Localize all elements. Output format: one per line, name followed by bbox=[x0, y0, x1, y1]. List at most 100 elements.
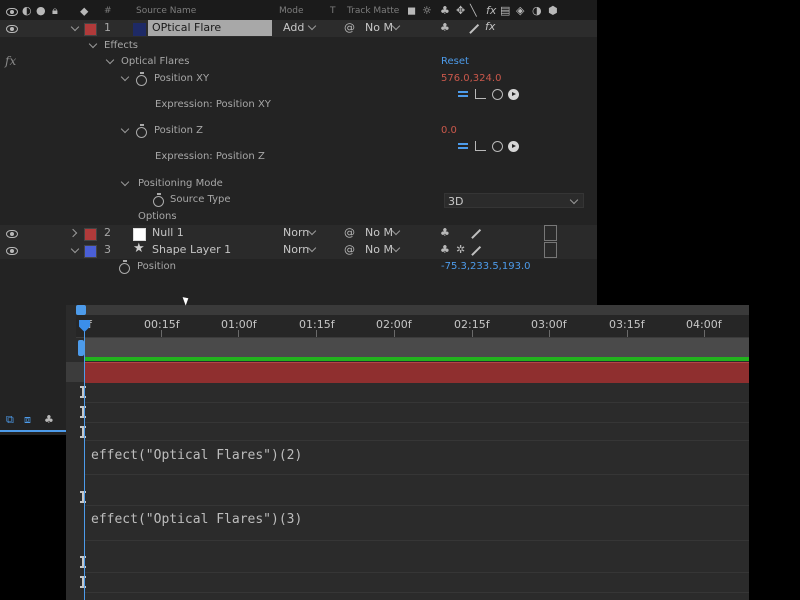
shy-icon[interactable]: ♣ bbox=[440, 244, 450, 256]
shy-icon[interactable]: ♣ bbox=[440, 22, 450, 34]
track-matte-value: No M bbox=[365, 226, 393, 239]
stopwatch-icon[interactable] bbox=[136, 124, 147, 138]
visibility-eye-icon[interactable] bbox=[6, 230, 18, 238]
fx-badge: fx bbox=[5, 54, 17, 68]
position-xy-label: Position XY bbox=[154, 73, 210, 84]
work-area-bar[interactable] bbox=[84, 338, 749, 357]
expression-z-label: Expression: Position Z bbox=[155, 151, 265, 162]
draft-3d-icon[interactable]: ♣ bbox=[44, 414, 54, 426]
graph-icon[interactable] bbox=[475, 141, 486, 151]
position-z-label: Position Z bbox=[154, 125, 203, 136]
shy-switch-icon[interactable]: ◼ bbox=[407, 5, 416, 17]
comp-flowchart-icon[interactable]: ⧉ bbox=[6, 414, 14, 426]
position-xy-chevron-icon[interactable] bbox=[120, 72, 130, 82]
graph-icon[interactable] bbox=[475, 89, 486, 99]
label-header-icon[interactable]: ⬥ bbox=[80, 5, 88, 17]
visibility-eye-icon[interactable] bbox=[6, 25, 18, 33]
source-type-value: 3D bbox=[448, 195, 464, 208]
quality-switch-icon[interactable]: ♣ bbox=[440, 5, 450, 17]
optical-flares-expand-chevron-icon[interactable] bbox=[105, 55, 115, 65]
expression-language-menu-icon[interactable] bbox=[508, 141, 519, 152]
shy-icon[interactable]: ♣ bbox=[440, 227, 450, 239]
quality-slash-icon[interactable] bbox=[471, 228, 481, 239]
position-z-value[interactable]: 0.0 bbox=[441, 124, 457, 138]
expression-enable-icon[interactable] bbox=[458, 143, 468, 145]
expression-graph-text-1[interactable]: effect("Optical Flares")(2) bbox=[91, 448, 302, 463]
navigator-start-handle[interactable] bbox=[76, 305, 86, 315]
expand-chevron-icon[interactable] bbox=[70, 22, 80, 32]
layer-name-field[interactable]: OPtical Flare bbox=[148, 20, 272, 36]
preserve-transparency-icon[interactable]: @ bbox=[344, 22, 355, 34]
expression-language-menu-icon[interactable] bbox=[508, 89, 519, 100]
audio-header-icon[interactable]: ◐ bbox=[22, 5, 32, 17]
track-matte-dropdown[interactable]: No M bbox=[362, 21, 402, 36]
source-type-dropdown[interactable]: 3D bbox=[444, 193, 584, 208]
pickwhip-icon[interactable] bbox=[492, 89, 503, 100]
position-value[interactable]: -75.3,233.5,193.0 bbox=[441, 260, 531, 274]
positioning-mode-chevron-icon[interactable] bbox=[120, 177, 130, 187]
mode-column-header[interactable]: Mode bbox=[279, 6, 304, 16]
pickwhip-icon[interactable] bbox=[492, 141, 503, 152]
track-matte-dropdown[interactable]: No M bbox=[362, 226, 402, 241]
fx-toggle-icon[interactable]: fx bbox=[485, 20, 495, 34]
3d-layer-toggle-icon[interactable] bbox=[544, 242, 557, 258]
ruler-tick-label: 03:00f bbox=[531, 318, 567, 331]
motion-blur-global-icon[interactable]: ◑ bbox=[532, 5, 542, 17]
solo-header-icon[interactable]: ● bbox=[36, 5, 46, 17]
lock-header-icon[interactable]: 🔒︎ bbox=[52, 5, 58, 17]
blend-mode-dropdown[interactable]: Norn bbox=[279, 243, 319, 258]
cube-switch-icon[interactable]: ⬢ bbox=[548, 5, 558, 17]
layer-row-1[interactable]: 1 OPtical Flare Add @ No M ♣ fx bbox=[0, 20, 597, 37]
layer-name[interactable]: Null 1 bbox=[152, 226, 184, 240]
visibility-header-icon[interactable] bbox=[6, 8, 18, 16]
expand-chevron-icon[interactable] bbox=[70, 244, 80, 254]
adjustment-switch-icon[interactable]: ╲ bbox=[470, 5, 477, 17]
expression-graph-text-2[interactable]: effect("Optical Flares")(3) bbox=[91, 512, 302, 527]
quality-slash-icon[interactable] bbox=[469, 23, 479, 34]
position-z-chevron-icon[interactable] bbox=[120, 124, 130, 134]
layer-row-3[interactable]: 3 ★ Shape Layer 1 Norn @ No M ♣ ✲ bbox=[0, 242, 597, 259]
source-name-column-header[interactable]: Source Name bbox=[136, 6, 196, 16]
frame-blend-switch-icon[interactable]: ▤ bbox=[500, 5, 510, 17]
time-navigator-bar[interactable] bbox=[76, 305, 749, 315]
collapse-switch-icon[interactable]: ☼ bbox=[422, 5, 432, 17]
3d-layer-toggle-icon[interactable] bbox=[544, 225, 557, 241]
reset-link[interactable]: Reset bbox=[441, 55, 469, 69]
blend-mode-dropdown[interactable]: Add bbox=[279, 21, 319, 36]
layer-duration-bar-1[interactable] bbox=[84, 362, 749, 383]
ruler-tick-label: 00:15f bbox=[144, 318, 180, 331]
fx-switch-icon[interactable]: fx bbox=[486, 4, 496, 17]
position-label: Position bbox=[137, 261, 176, 272]
effects-expand-chevron-icon[interactable] bbox=[88, 39, 98, 49]
t-column-header[interactable]: T bbox=[330, 6, 336, 16]
expand-chevron-icon[interactable] bbox=[68, 228, 78, 238]
3d-layer-switch-icon[interactable]: ◈ bbox=[516, 5, 524, 17]
layer-name[interactable]: Shape Layer 1 bbox=[152, 243, 231, 257]
preserve-transparency-icon[interactable]: @ bbox=[344, 244, 355, 256]
collapse-icon[interactable]: ✲ bbox=[456, 244, 465, 256]
track-matte-value: No M bbox=[365, 243, 393, 256]
work-area-render-bar bbox=[84, 357, 749, 361]
preserve-transparency-icon[interactable]: @ bbox=[344, 227, 355, 239]
stopwatch-icon[interactable] bbox=[153, 193, 164, 207]
label-color-swatch[interactable] bbox=[84, 23, 97, 36]
ruler-tick-mark bbox=[394, 330, 395, 337]
time-ruler[interactable]: 0f 00:15f 01:00f 01:15f 02:00f 02:15f 03… bbox=[76, 315, 749, 338]
position-xy-value[interactable]: 576.0,324.0 bbox=[441, 72, 501, 86]
expression-enable-icon[interactable] bbox=[458, 91, 468, 93]
blend-mode-dropdown[interactable]: Norn bbox=[279, 226, 319, 241]
visibility-eye-icon[interactable] bbox=[6, 247, 18, 255]
layer-row-2[interactable]: 2 Null 1 Norn @ No M ♣ bbox=[0, 225, 597, 242]
stopwatch-icon[interactable] bbox=[119, 260, 130, 274]
track-matte-value: No M bbox=[365, 21, 393, 34]
track-matte-column-header[interactable]: Track Matte bbox=[347, 6, 399, 16]
motion-blur-switch-icon[interactable]: ✥ bbox=[456, 5, 465, 17]
render-time-icon[interactable]: ⧈ bbox=[24, 414, 31, 426]
label-color-swatch[interactable] bbox=[84, 245, 97, 258]
number-column-header[interactable]: # bbox=[104, 6, 112, 16]
label-color-swatch[interactable] bbox=[84, 228, 97, 241]
shape-layer-star-icon: ★ bbox=[133, 241, 145, 256]
stopwatch-icon[interactable] bbox=[136, 72, 147, 86]
track-matte-dropdown[interactable]: No M bbox=[362, 243, 402, 258]
quality-slash-icon[interactable] bbox=[471, 245, 481, 256]
